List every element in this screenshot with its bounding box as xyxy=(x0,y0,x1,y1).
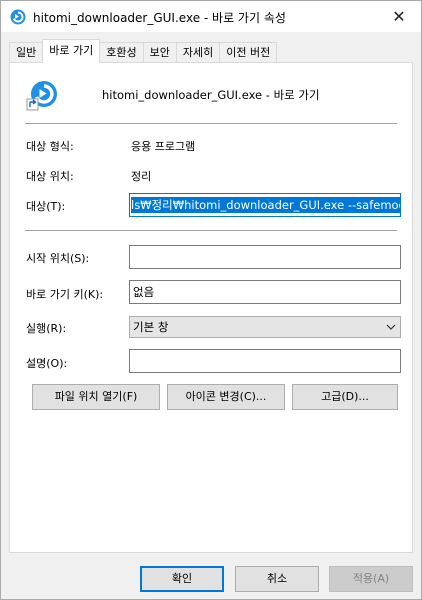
tab-security[interactable]: 보안 xyxy=(142,42,177,63)
cancel-button[interactable]: 취소 xyxy=(235,566,319,592)
title-bar[interactable]: hitomi_downloader_GUI.exe - 바로 가기 속성 ✕ xyxy=(1,1,421,32)
divider xyxy=(25,230,397,231)
advanced-button[interactable]: 고급(D)... xyxy=(292,384,398,410)
tab-previous-versions[interactable]: 이전 버전 xyxy=(219,42,278,63)
shortcut-app-icon xyxy=(26,81,57,111)
divider xyxy=(25,123,397,124)
target-input-text: ls₩정리₩hitomi_downloader_GUI.exe --safemo… xyxy=(131,197,400,213)
apply-button: 적용(A) xyxy=(329,566,413,592)
comment-input[interactable] xyxy=(129,349,401,373)
properties-window: hitomi_downloader_GUI.exe - 바로 가기 속성 ✕ 일… xyxy=(0,0,422,600)
tab-compatibility[interactable]: 호환성 xyxy=(99,42,144,63)
run-label: 실행(R): xyxy=(26,322,67,335)
change-icon-button[interactable]: 아이콘 변경(C)... xyxy=(167,384,285,410)
target-type-value: 응용 프로그램 xyxy=(131,140,196,153)
shortcut-panel: hitomi_downloader_GUI.exe - 바로 가기 대상 형식:… xyxy=(9,62,413,553)
close-icon: ✕ xyxy=(392,7,406,26)
tab-shortcut[interactable]: 바로 가기 xyxy=(42,39,101,63)
open-file-location-button[interactable]: 파일 위치 열기(F) xyxy=(32,384,160,410)
start-in-input[interactable] xyxy=(129,245,401,269)
run-select[interactable]: 기본 창 xyxy=(129,316,401,338)
target-label: 대상(T): xyxy=(26,200,66,213)
start-in-label: 시작 위치(S): xyxy=(26,252,90,265)
close-button[interactable]: ✕ xyxy=(377,1,421,32)
target-location-label: 대상 위치: xyxy=(26,170,74,183)
target-input[interactable]: ls₩정리₩hitomi_downloader_GUI.exe --safemo… xyxy=(129,193,401,217)
target-location-value: 정리 xyxy=(131,170,152,183)
window-title: hitomi_downloader_GUI.exe - 바로 가기 속성 xyxy=(33,11,286,25)
shortcut-name: hitomi_downloader_GUI.exe - 바로 가기 xyxy=(102,88,320,102)
tab-general[interactable]: 일반 xyxy=(9,42,44,63)
tab-details[interactable]: 자세히 xyxy=(175,42,221,63)
hotkey-input[interactable]: 없음 xyxy=(129,280,401,304)
hotkey-label: 바로 가기 키(K): xyxy=(26,288,104,301)
ok-button[interactable]: 확인 xyxy=(140,566,224,592)
chevron-down-icon xyxy=(386,324,396,330)
comment-label: 설명(O): xyxy=(26,357,68,370)
tab-bar: 일반 바로 가기 호환성 보안 자세히 이전 버전 xyxy=(9,39,278,63)
run-select-value: 기본 창 xyxy=(133,320,169,334)
target-type-label: 대상 형식: xyxy=(26,140,74,153)
app-logo-icon xyxy=(10,9,26,25)
